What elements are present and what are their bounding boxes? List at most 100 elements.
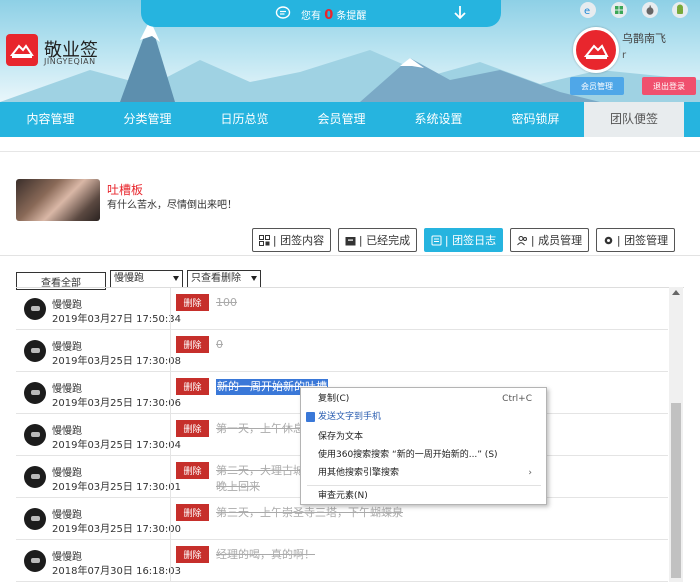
done-button[interactable]: | 已经完成	[338, 228, 417, 252]
menu-send-sms-label: 发送文字到手机	[318, 412, 382, 422]
board-desc: 有什么苦水，尽情倒出来吧！	[107, 200, 237, 211]
logo-icon	[6, 34, 38, 66]
scroll-up-icon[interactable]	[672, 290, 680, 295]
row-divider	[170, 414, 171, 456]
android-icon[interactable]	[672, 2, 688, 18]
nav-item-content[interactable]: 内容管理	[2, 102, 99, 137]
menu-inspect-label: 审查元素(N)	[318, 491, 368, 501]
users-icon	[516, 235, 527, 245]
grid-icon	[258, 234, 270, 246]
item-date: 2019年03月25日 17:30:08	[52, 356, 181, 367]
windows-icon[interactable]	[611, 2, 627, 18]
main-nav: 内容管理 分类管理 日历总览 会员管理 系统设置 密码锁屏 团队便签	[0, 102, 700, 137]
user-avatar[interactable]	[573, 27, 619, 73]
type-select[interactable]: 只查看删除	[187, 270, 261, 288]
user-select[interactable]: 慢慢跑	[110, 270, 183, 288]
header: 敬业签 JINGYEQIAN 您有 0 条提醒 e 乌鹊南飞 r 会员管理 退出…	[0, 0, 700, 102]
delete-button[interactable]: 删除	[176, 294, 209, 311]
menu-copy-label: 复制(C)	[318, 394, 350, 404]
item-date: 2019年03月25日 17:30:06	[52, 398, 181, 409]
avatar	[24, 382, 46, 404]
notice-text: 您有 0 条提醒	[301, 7, 366, 23]
list-item: 慢慢跑 2018年07月30日 16:18:03 删除 经理的喝，真的啊！	[16, 540, 668, 582]
app-name-en: JINGYEQIAN	[44, 57, 96, 66]
nav-item-category[interactable]: 分类管理	[99, 102, 196, 137]
chevron-right-icon: ›	[528, 468, 532, 478]
delete-button[interactable]: 删除	[176, 462, 209, 479]
list-item: 慢慢跑 2019年03月25日 17:30:08 删除 0	[16, 330, 668, 372]
row-divider	[170, 498, 171, 540]
menu-item-copy[interactable]: 复制(C) Ctrl+C	[301, 390, 546, 408]
item-content: 经理的喝，真的啊！	[216, 548, 315, 561]
avatar	[24, 298, 46, 320]
row-divider	[170, 288, 171, 330]
divider	[0, 255, 700, 256]
delete-button[interactable]: 删除	[176, 504, 209, 521]
type-select-value: 只查看删除	[191, 273, 241, 284]
archive-icon	[345, 236, 356, 245]
item-date: 2019年03月27日 17:50:34	[52, 314, 181, 325]
item-content: 100	[216, 296, 237, 309]
delete-button[interactable]: 删除	[176, 378, 209, 395]
menu-item-search-360[interactable]: 使用360搜索搜索 “新的一周开始新的...” (S)	[301, 446, 546, 464]
item-content: 第三天，上午崇圣寺三塔，下午蝴蝶泉	[216, 506, 403, 519]
menu-divider	[307, 485, 541, 486]
notice-bar[interactable]: 您有 0 条提醒	[141, 0, 501, 27]
avatar	[24, 424, 46, 446]
menu-item-send-sms[interactable]: 发送文字到手机	[301, 408, 546, 426]
list-scrollbar[interactable]	[669, 287, 683, 582]
menu-item-search-other[interactable]: 用其他搜索引擎搜索 ›	[301, 464, 546, 482]
member-manage-tab-button[interactable]: | 成员管理	[510, 228, 589, 252]
item-user: 慢慢跑	[52, 552, 82, 563]
nav-item-calendar[interactable]: 日历总览	[196, 102, 293, 137]
delete-button[interactable]: 删除	[176, 420, 209, 437]
notice-count: 0	[324, 8, 334, 23]
team-manage-button[interactable]: | 团签管理	[596, 228, 675, 252]
menu-item-save-text[interactable]: 保存为文本	[301, 428, 546, 446]
menu-search-360-label: 使用360搜索搜索 “新的一周开始新的...” (S)	[318, 450, 498, 460]
chevron-down-icon	[251, 276, 257, 281]
context-menu: 复制(C) Ctrl+C 发送文字到手机 保存为文本 使用360搜索搜索 “新的…	[300, 387, 547, 505]
item-date: 2019年03月25日 17:30:00	[52, 524, 181, 535]
row-divider	[170, 330, 171, 372]
avatar	[24, 340, 46, 362]
item-date: 2018年07月30日 16:18:03	[52, 566, 181, 577]
item-user: 慢慢跑	[52, 468, 82, 479]
menu-item-inspect[interactable]: 审查元素(N)	[301, 487, 546, 505]
item-date: 2019年03月25日 17:30:04	[52, 440, 181, 451]
delete-button[interactable]: 删除	[176, 546, 209, 563]
logout-button[interactable]: 退出登录	[642, 77, 696, 95]
svg-text:e: e	[584, 6, 590, 17]
team-log-button[interactable]: | 团签日志	[424, 228, 503, 252]
nav-item-lock[interactable]: 密码锁屏	[487, 102, 584, 137]
menu-search-other-label: 用其他搜索引擎搜索	[318, 468, 400, 478]
apple-icon[interactable]	[642, 2, 658, 18]
ie-icon[interactable]: e	[580, 2, 596, 18]
nav-item-team[interactable]: 团队便签	[584, 102, 684, 137]
item-user: 慢慢跑	[52, 384, 82, 395]
item-user: 慢慢跑	[52, 426, 82, 437]
menu-save-text-label: 保存为文本	[318, 432, 364, 442]
nav-item-settings[interactable]: 系统设置	[390, 102, 487, 137]
row-divider	[170, 540, 171, 582]
arrow-down-icon[interactable]	[453, 4, 467, 22]
nav-item-member[interactable]: 会员管理	[293, 102, 390, 137]
message-icon	[275, 6, 291, 19]
menu-copy-shortcut: Ctrl+C	[502, 394, 532, 404]
user-sub: r	[622, 50, 627, 61]
avatar	[24, 466, 46, 488]
row-divider	[170, 372, 171, 414]
team-content-label: | 团签内容	[272, 234, 325, 247]
scroll-thumb[interactable]	[671, 403, 681, 578]
team-log-label: | 团签日志	[444, 234, 497, 247]
done-label: | 已经完成	[358, 234, 411, 247]
item-content: 0	[216, 338, 223, 351]
delete-button[interactable]: 删除	[176, 336, 209, 353]
board-cover-image	[16, 179, 100, 221]
item-user: 慢慢跑	[52, 510, 82, 521]
member-manage-button[interactable]: 会员管理	[570, 77, 624, 95]
item-user: 慢慢跑	[52, 300, 82, 311]
list-item: 慢慢跑 2019年03月27日 17:50:34 删除 100	[16, 288, 668, 330]
row-divider	[170, 456, 171, 498]
team-content-button[interactable]: | 团签内容	[252, 228, 331, 252]
